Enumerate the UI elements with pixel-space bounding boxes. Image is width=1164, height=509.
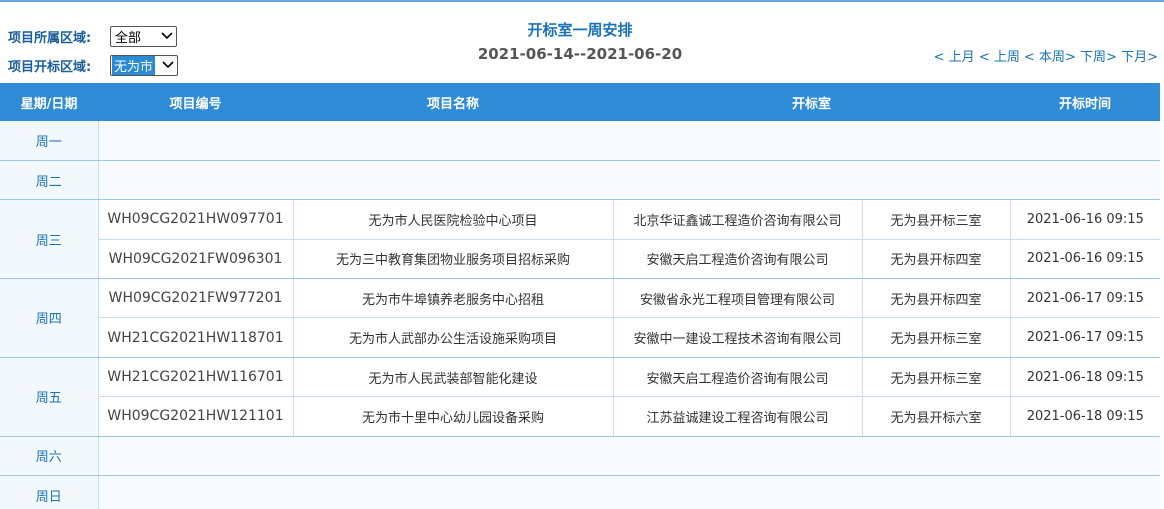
- bid-room: 无为县开标三室: [861, 357, 1011, 398]
- table-row: WH21CG2021HW118701 无为市人武部办公生活设施采购项目 安徽中一…: [0, 317, 1161, 358]
- agency-name: 北京华证鑫诚工程造价咨询有限公司: [612, 199, 862, 240]
- next-week-link[interactable]: 下周>: [1080, 50, 1117, 65]
- project-name[interactable]: 无为三中教育集团物业服务项目招标采购: [292, 239, 613, 280]
- bid-room: 无为县开标三室: [861, 199, 1011, 240]
- header-project-code: 项目编号: [98, 83, 293, 121]
- table-row: 周日: [0, 475, 1161, 509]
- filter-panel: 项目所属区域: 全部 项目开标区域: 无为市: [8, 24, 178, 82]
- bid-room: 无为县开标六室: [861, 396, 1011, 437]
- empty-cell: [97, 436, 1161, 477]
- chevron-down-icon: [160, 27, 174, 46]
- project-code: WH09CG2021HW121101: [97, 396, 293, 437]
- page-title: 开标室一周安排: [527, 21, 633, 39]
- table-header-row: 星期/日期 项目编号 项目名称 开标室 开标时间: [0, 83, 1161, 121]
- table-row: 周三 WH09CG2021HW097701 无为市人民医院检验中心项目 北京华证…: [0, 199, 1161, 280]
- prev-week-link[interactable]: < 上周: [979, 50, 1020, 65]
- table-row: 周二: [0, 160, 1161, 201]
- region-filter-row: 项目所属区域: 全部: [8, 24, 178, 48]
- agency-name: 安徽中一建设工程技术咨询有限公司: [612, 317, 862, 358]
- day-label-wed: 周三: [0, 199, 99, 280]
- project-code: WH21CG2021HW118701: [97, 317, 293, 358]
- table-row: 周四 WH09CG2021FW977201 无为市牛埠镇养老服务中心招租 安徽省…: [0, 278, 1161, 358]
- project-code: WH09CG2021FW096301: [97, 239, 293, 280]
- schedule-table: 星期/日期 项目编号 项目名称 开标室 开标时间 周一 周二 周三 WH09CG…: [0, 83, 1161, 509]
- page-header: 开标室一周安排 2021-06-14--2021-06-20: [380, 20, 780, 64]
- bid-time: 2021-06-17 09:15: [1009, 278, 1161, 319]
- bid-time: 2021-06-16 09:15: [1009, 199, 1161, 240]
- date-range: 2021-06-14--2021-06-20: [477, 45, 683, 63]
- project-name[interactable]: 无为市牛埠镇养老服务中心招租: [292, 278, 613, 319]
- day-label-tue: 周二: [0, 160, 99, 201]
- table-row: WH09CG2021FW096301 无为三中教育集团物业服务项目招标采购 安徽…: [0, 239, 1161, 280]
- day-label-sat: 周六: [0, 436, 99, 477]
- table-row: WH09CG2021HW121101 无为市十里中心幼儿园设备采购 江苏益诚建设…: [0, 396, 1161, 437]
- bid-time: 2021-06-16 09:15: [1009, 239, 1161, 280]
- bid-room: 无为县开标四室: [861, 278, 1011, 319]
- table-row: 周一: [0, 121, 1161, 161]
- period-navigation: < 上月 < 上周 < 本周> 下周> 下月>: [934, 46, 1158, 65]
- day-label-thu: 周四: [0, 278, 99, 358]
- day-label-sun: 周日: [0, 475, 99, 509]
- agency-name: 安徽天启工程造价咨询有限公司: [612, 239, 862, 280]
- bid-region-filter-row: 项目开标区域: 无为市: [8, 53, 178, 77]
- project-name[interactable]: 无为市人民医院检验中心项目: [292, 199, 613, 240]
- empty-cell: [97, 160, 1161, 201]
- next-month-link[interactable]: 下月>: [1121, 50, 1158, 65]
- bid-region-select-value: 无为市: [112, 55, 156, 75]
- header-project-name: 项目名称: [293, 83, 613, 121]
- prev-month-link[interactable]: < 上月: [934, 50, 975, 65]
- bid-time: 2021-06-18 09:15: [1009, 396, 1161, 437]
- region-select[interactable]: 全部: [110, 25, 177, 47]
- region-select-value: 全部: [115, 30, 142, 46]
- day-label-mon: 周一: [0, 121, 99, 161]
- this-week-link[interactable]: < 本周>: [1024, 50, 1076, 65]
- table-row: 周五 WH21CG2021HW116701 无为市人民武装部智能化建设 安徽天启…: [0, 357, 1161, 437]
- header-weekday: 星期/日期: [0, 83, 98, 121]
- region-filter-label: 项目所属区域:: [8, 30, 92, 46]
- agency-name: 安徽省永光工程项目管理有限公司: [612, 278, 862, 319]
- project-code: WH21CG2021HW116701: [97, 357, 293, 398]
- bid-room: 无为县开标四室: [861, 239, 1011, 280]
- empty-cell: [97, 475, 1161, 509]
- bid-time: 2021-06-17 09:15: [1009, 317, 1161, 358]
- project-code: WH09CG2021HW097701: [97, 199, 293, 240]
- project-name[interactable]: 无为市十里中心幼儿园设备采购: [292, 396, 613, 437]
- bid-region-filter-label: 项目开标区域:: [8, 59, 92, 75]
- bid-region-select[interactable]: 无为市: [110, 54, 178, 76]
- bid-room: 无为县开标三室: [861, 317, 1011, 358]
- header-bid-room: 开标室: [613, 83, 1011, 121]
- day-label-fri: 周五: [0, 357, 99, 437]
- bid-time: 2021-06-18 09:15: [1009, 357, 1161, 398]
- agency-name: 安徽天启工程造价咨询有限公司: [612, 357, 862, 398]
- project-code: WH09CG2021FW977201: [97, 278, 293, 319]
- empty-cell: [97, 121, 1161, 161]
- project-name[interactable]: 无为市人武部办公生活设施采购项目: [292, 317, 613, 358]
- project-name[interactable]: 无为市人民武装部智能化建设: [292, 357, 613, 398]
- chevron-down-icon: [161, 56, 175, 75]
- table-row: 周六: [0, 436, 1161, 477]
- header-bid-time: 开标时间: [1010, 83, 1161, 121]
- agency-name: 江苏益诚建设工程咨询有限公司: [612, 396, 862, 437]
